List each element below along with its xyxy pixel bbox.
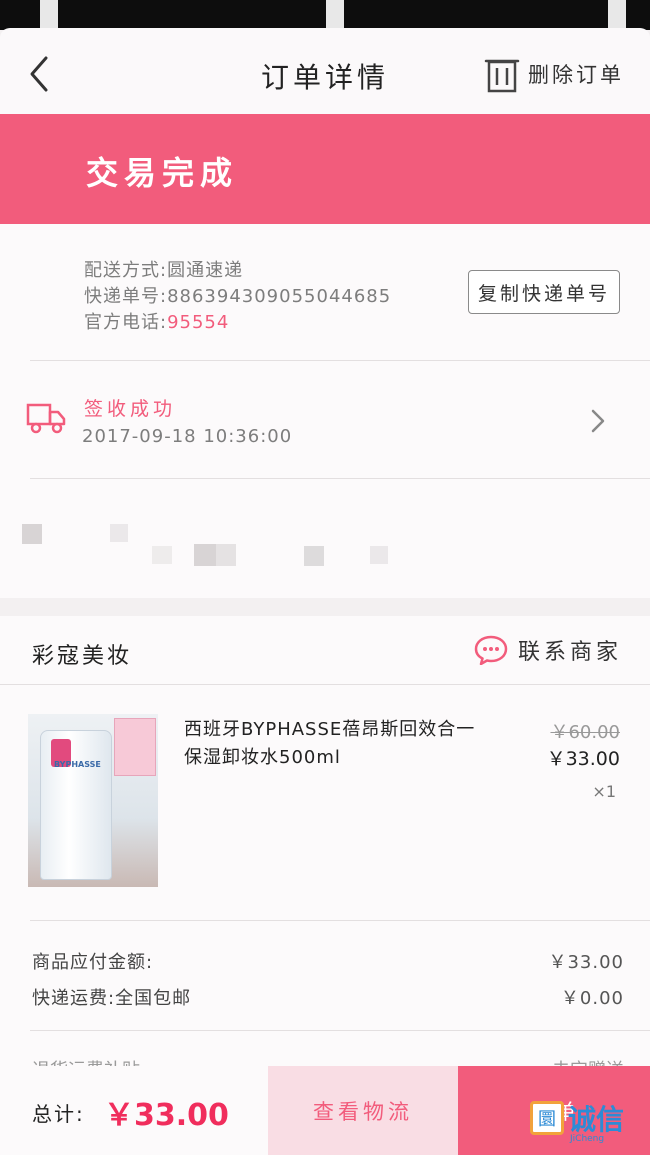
order-status-text: 交易完成 (86, 154, 239, 192)
bottle-shape (40, 730, 112, 880)
contact-seller-button[interactable]: 联系商家 (474, 634, 622, 666)
truck-icon (26, 403, 66, 434)
delete-order-label: 删除订单 (528, 63, 624, 87)
gift-box (114, 718, 156, 776)
watermark-logo-icon: 圜 (530, 1101, 564, 1135)
trash-icon (484, 59, 520, 93)
redaction-block (194, 544, 216, 566)
current-price: ￥33.00 (546, 748, 620, 770)
divider (0, 684, 650, 685)
redaction-block (152, 546, 172, 564)
product-image: BYPHASSE (28, 714, 158, 887)
tracking-number: 快递单号:886394309055044685 (84, 286, 392, 307)
shop-card: 彩寇美妆 联系商家 BYPHASSE 西班牙BYPHASSE蓓昂斯回效合一保湿卸… (0, 616, 650, 1074)
chevron-right-icon (591, 409, 605, 433)
watermark: 圜 诚信 JiCheng (530, 1098, 625, 1144)
goods-amount-label: 商品应付金额: (32, 952, 154, 973)
goods-amount-value: ￥33.00 (548, 952, 624, 973)
strip-gap (326, 0, 344, 30)
contact-seller-label: 联系商家 (518, 640, 623, 665)
delete-order-button[interactable]: 删除订单 (484, 54, 624, 94)
view-logistics-button[interactable]: 查看物流 (268, 1066, 458, 1155)
divider (30, 478, 650, 479)
official-phone-link[interactable]: 95554 (167, 312, 229, 333)
official-phone-label: 官方电话: (84, 312, 168, 333)
original-price: ￥60.00 (550, 722, 620, 743)
redaction-block (304, 546, 324, 566)
strip-gap (40, 0, 58, 30)
divider (30, 920, 650, 921)
shipping-fee-value: ￥0.00 (560, 988, 624, 1009)
shipping-card: 配送方式:圆通速递 快递单号:886394309055044685 官方电话:9… (0, 224, 650, 598)
divider (30, 1030, 650, 1031)
product-title: 西班牙BYPHASSE蓓昂斯回效合一保湿卸妆水500ml (184, 719, 476, 768)
goods-amount-row: 商品应付金额: ￥33.00 (32, 948, 624, 974)
official-phone-row: 官方电话:95554 (84, 308, 229, 334)
top-strip (0, 0, 650, 30)
redaction-block (370, 546, 388, 564)
shipping-method: 配送方式:圆通速递 (84, 260, 244, 281)
redaction-block (22, 524, 42, 544)
divider (30, 360, 650, 361)
shop-name[interactable]: 彩寇美妆 (32, 638, 132, 670)
watermark-text: 诚信 (568, 1103, 625, 1136)
nav-bar: 订单详情 删除订单 (0, 28, 650, 114)
tracking-status: 签收成功 (84, 398, 177, 420)
shipping-fee-row: 快递运费:全国包邮 ￥0.00 (32, 984, 624, 1010)
strip-gap (608, 0, 626, 30)
redaction-block (110, 524, 128, 542)
status-banner: 交易完成 (0, 114, 650, 224)
copy-tracking-button[interactable]: 复制快递单号 (468, 270, 620, 314)
total-label: 总计: (32, 1102, 85, 1126)
watermark-subtext: JiCheng (570, 1134, 605, 1144)
redaction-block (216, 544, 236, 566)
quantity: ×1 (592, 782, 616, 801)
tracking-time: 2017-09-18 10:36:00 (82, 426, 293, 447)
chat-bubble-icon (474, 635, 508, 665)
shipping-fee-label: 快递运费:全国包邮 (32, 988, 192, 1009)
total-value: ￥33.00 (104, 1098, 229, 1133)
bottle-brand-label: BYPHASSE (54, 760, 101, 769)
